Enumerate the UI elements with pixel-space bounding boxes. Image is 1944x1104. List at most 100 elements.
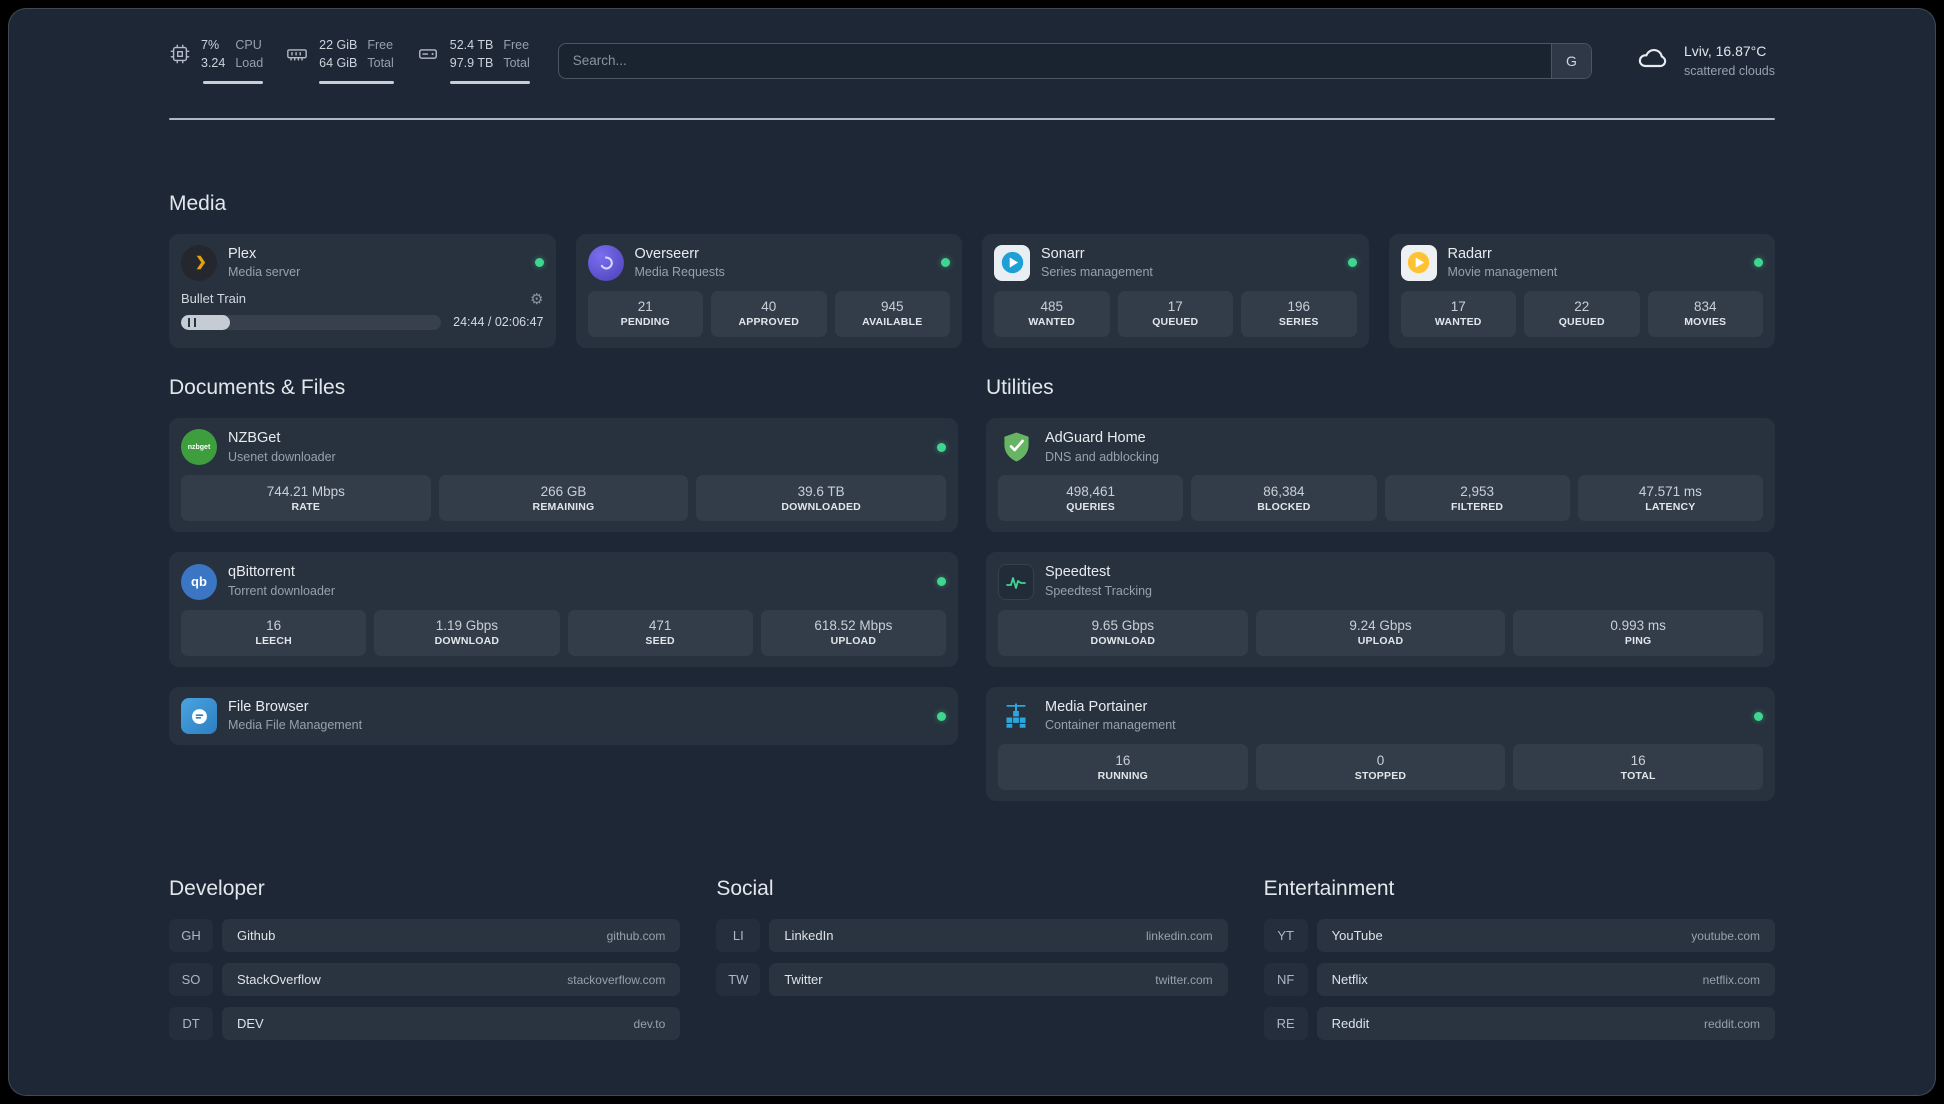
plex-titles: Plex Media server	[228, 245, 300, 281]
sonarr-header: Sonarr Series management	[994, 244, 1357, 281]
stat-value: 1.19 Gbps	[435, 618, 499, 634]
bookmark-url: github.com	[606, 928, 666, 943]
stat-value: 40	[761, 299, 777, 315]
section-title-developer: Developer	[169, 877, 265, 901]
stat-label: SERIES	[1278, 316, 1319, 329]
sonarr-stats: 485 WANTED 17 QUEUED 196 SERIES	[994, 290, 1357, 337]
stat-label: UPLOAD	[830, 635, 877, 648]
search-provider-button[interactable]: G	[1550, 43, 1591, 78]
portainer-icon	[998, 698, 1034, 734]
bookmark-pill: Github github.com	[222, 919, 681, 953]
bookmark-abbr: TW	[716, 963, 760, 996]
cloud-icon	[1632, 42, 1672, 79]
section-title-media: Media	[169, 191, 227, 215]
card-filebrowser[interactable]: File Browser Media File Management	[169, 686, 958, 746]
section-utilities: Utilities AdGuard Home DNS and adblockin…	[986, 375, 1775, 802]
stat-tile: 1.19 Gbps DOWNLOAD	[374, 609, 560, 656]
stat-tile: 196 SERIES	[1241, 290, 1357, 337]
qbittorrent-title: qBittorrent	[228, 564, 295, 581]
stat-label: REMAINING	[532, 500, 595, 513]
bookmark-dev[interactable]: DT DEV dev.to	[169, 1007, 681, 1041]
section-title-entertainment: Entertainment	[1263, 877, 1395, 901]
stat-tile: 485 WANTED	[994, 290, 1110, 337]
stat-label: WANTED	[1028, 316, 1076, 329]
section-title-utilities: Utilities	[986, 375, 1054, 399]
stat-value: 618.52 Mbps	[814, 618, 893, 634]
cpu-labels: CPU Load	[235, 37, 263, 72]
stat-tile: 16 LEECH	[181, 609, 367, 656]
card-plex[interactable]: Plex Media server Bullet Train ⚙ 24:44 /…	[169, 233, 556, 348]
pause-icon[interactable]	[188, 317, 196, 327]
stat-value: 471	[648, 618, 672, 634]
bookmark-twitter[interactable]: TW Twitter twitter.com	[716, 963, 1228, 997]
bookmark-reddit[interactable]: RE Reddit reddit.com	[1264, 1007, 1775, 1041]
bookmark-github[interactable]: GH Github github.com	[169, 919, 681, 953]
stat-label: RATE	[291, 500, 321, 513]
qbittorrent-titles: qBittorrent Torrent downloader	[228, 563, 335, 599]
filebrowser-titles: File Browser Media File Management	[228, 698, 362, 734]
stat-tile: 21 PENDING	[587, 290, 703, 337]
card-speedtest[interactable]: Speedtest Speedtest Tracking 9.65 Gbps D…	[986, 552, 1775, 667]
card-qbittorrent[interactable]: qb qBittorrent Torrent downloader 16 LEE…	[169, 552, 958, 667]
disk-label-top: Free	[503, 38, 530, 52]
speedtest-header: Speedtest Speedtest Tracking	[998, 563, 1763, 600]
disk-values: 52.4 TB 97.9 TB	[450, 37, 494, 72]
status-dot	[1754, 711, 1763, 721]
search-bar: G	[557, 42, 1592, 79]
qbittorrent-logo-text: qb	[191, 574, 207, 590]
speedtest-stats: 9.65 Gbps DOWNLOAD 9.24 Gbps UPLOAD 0.99…	[998, 609, 1763, 656]
stat-label: PENDING	[620, 316, 670, 329]
bookmark-youtube[interactable]: YT YouTube youtube.com	[1264, 919, 1775, 953]
stat-value: 498,461	[1066, 483, 1116, 499]
speedtest-subtitle: Speedtest Tracking	[1045, 583, 1153, 598]
radarr-titles: Radarr Movie management	[1448, 245, 1558, 281]
entertainment-bookmarks: YT YouTube youtube.com NF Netflix netfli…	[1264, 919, 1775, 1041]
adguard-stats: 498,461 QUERIES 86,384 BLOCKED 2,953 FIL…	[998, 475, 1763, 522]
section-title-social: Social	[716, 877, 774, 901]
memory-label-bottom: Total	[367, 55, 394, 70]
stat-label: PING	[1624, 635, 1652, 648]
cpu-usage-bar	[203, 80, 264, 84]
radarr-title: Radarr	[1447, 245, 1492, 262]
overseerr-stats: 21 PENDING 40 APPROVED 945 AVAILABLE	[587, 290, 950, 337]
stat-value: 17	[1450, 299, 1466, 315]
sonarr-icon	[994, 244, 1030, 281]
bookmark-name: Github	[237, 928, 276, 944]
plex-progress-row: 24:44 / 02:06:47	[181, 314, 544, 330]
speedtest-icon	[998, 563, 1034, 600]
card-sonarr[interactable]: Sonarr Series management 485 WANTED 17 Q…	[982, 233, 1369, 348]
plex-now-playing-row: Bullet Train ⚙	[181, 290, 544, 308]
stat-tile: 17 WANTED	[1400, 290, 1516, 337]
memory-values: 22 GiB 64 GiB	[319, 37, 357, 72]
plex-title: Plex	[228, 245, 257, 262]
bookmark-url: netflix.com	[1702, 972, 1760, 987]
bookmark-linkedin[interactable]: LI LinkedIn linkedin.com	[716, 919, 1228, 953]
card-overseerr[interactable]: Overseerr Media Requests 21 PENDING 40 A…	[575, 233, 962, 348]
bookmark-stackoverflow[interactable]: SO StackOverflow stackoverflow.com	[169, 963, 681, 997]
card-radarr[interactable]: Radarr Movie management 17 WANTED 22 QUE…	[1388, 233, 1775, 348]
stat-tile: 22 QUEUED	[1524, 290, 1640, 337]
stat-value: 21	[637, 299, 653, 315]
card-adguard[interactable]: AdGuard Home DNS and adblocking 498,461 …	[986, 417, 1775, 533]
radarr-header: Radarr Movie management	[1400, 244, 1763, 281]
bookmark-abbr: YT	[1264, 919, 1308, 952]
dashboard-panel: 7% 3.24 CPU Load 22 GiB 64 GiB Free Tota…	[8, 8, 1936, 1096]
bookmark-pill: StackOverflow stackoverflow.com	[222, 963, 681, 997]
bookmark-pill: YouTube youtube.com	[1316, 919, 1775, 953]
plex-progress-bar[interactable]	[181, 314, 442, 330]
card-portainer[interactable]: Media Portainer Container management 16 …	[986, 686, 1775, 802]
stat-label: LEECH	[255, 635, 292, 648]
adguard-titles: AdGuard Home DNS and adblocking	[1045, 429, 1159, 465]
gear-icon[interactable]: ⚙	[530, 290, 543, 308]
plex-subtitle: Media server	[228, 265, 301, 280]
search-input[interactable]	[558, 43, 1551, 78]
section-media: Media Plex Media server Bullet Train ⚙ 2…	[169, 192, 1775, 348]
overseerr-title: Overseerr	[634, 245, 699, 262]
disk-widget: 52.4 TB 97.9 TB Free Total	[416, 37, 530, 84]
qbittorrent-header: qb qBittorrent Torrent downloader	[181, 563, 946, 600]
card-nzbget[interactable]: nzbget NZBGet Usenet downloader 744.21 M…	[169, 417, 958, 533]
qbittorrent-stats: 16 LEECH 1.19 Gbps DOWNLOAD 471 SEED 618…	[181, 609, 946, 656]
cpu-percent: 7%	[201, 38, 220, 52]
stat-value: 834	[1693, 299, 1717, 315]
bookmark-netflix[interactable]: NF Netflix netflix.com	[1264, 963, 1775, 997]
